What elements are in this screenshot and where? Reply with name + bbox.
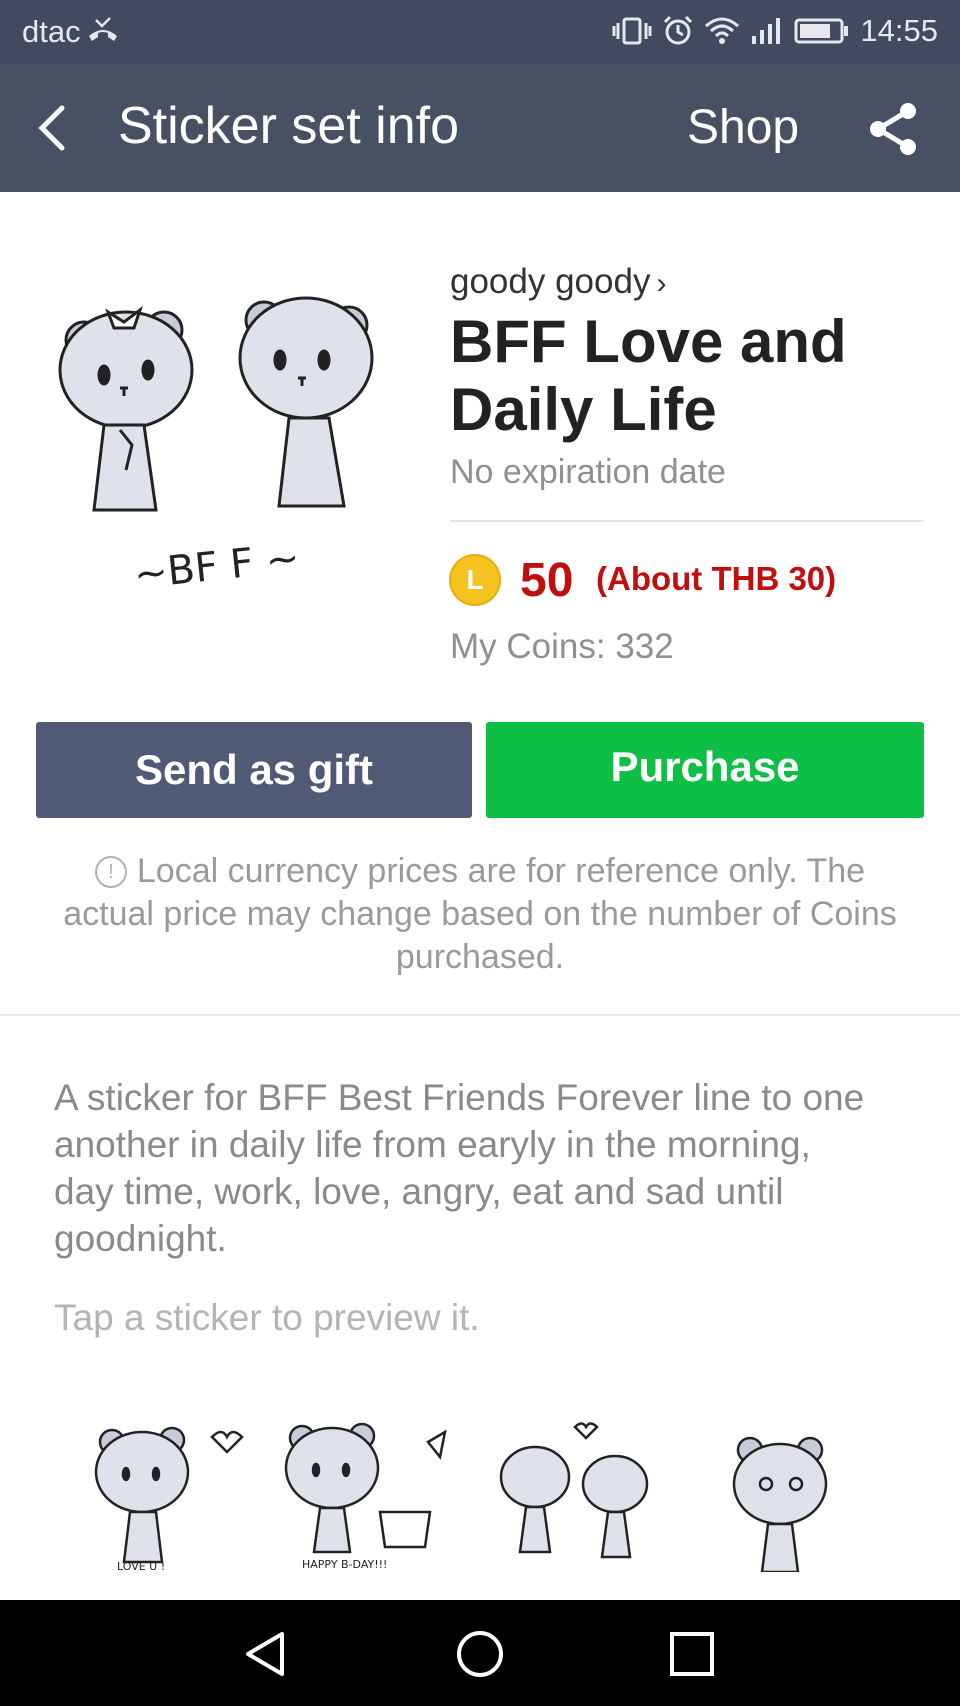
shop-link[interactable]: Shop	[687, 100, 799, 155]
author-name: goody goody	[450, 262, 651, 301]
sticker-set-main-image: ~BF F ~	[58, 296, 374, 598]
send-as-gift-button[interactable]: Send as gift	[36, 722, 472, 818]
section-divider	[0, 1014, 960, 1016]
bear-left	[58, 305, 194, 512]
back-arrow-icon[interactable]	[30, 102, 80, 154]
sticker-thumbnail[interactable]	[710, 1412, 880, 1572]
sticker-caption: LOVE U !	[117, 1560, 165, 1572]
status-bar: dtac 14:55	[0, 0, 960, 64]
price-coins: 50	[520, 554, 574, 607]
back-triangle-icon[interactable]	[240, 1628, 292, 1680]
battery-icon	[794, 18, 849, 44]
preview-hint: Tap a sticker to preview it.	[54, 1297, 480, 1338]
sticker-art-caption: ~BF F ~	[132, 535, 302, 598]
recents-square-icon[interactable]	[666, 1628, 718, 1680]
price-local-currency: (About THB 30)	[596, 560, 837, 597]
expiry-text: No expiration date	[450, 453, 726, 491]
chevron-right-icon: ›	[656, 267, 667, 300]
signal-icon	[752, 18, 781, 44]
page-title: Sticker set info	[118, 97, 460, 155]
info-icon: !	[94, 856, 127, 888]
status-icons: 14:55	[612, 13, 938, 49]
bear-right	[238, 296, 374, 508]
purchase-button[interactable]: Purchase	[486, 722, 924, 818]
currency-notice: ! Local currency prices are for reference…	[60, 850, 900, 979]
currency-notice-text: Local currency prices are for reference …	[63, 852, 897, 976]
carrier-name: dtac	[22, 14, 81, 49]
home-circle-icon[interactable]	[454, 1628, 506, 1680]
author-link[interactable]: goody goody ›	[450, 262, 666, 302]
wifi-icon	[705, 17, 740, 44]
alarm-icon	[664, 15, 693, 45]
missed-call-icon	[89, 17, 117, 41]
sticker-caption: HAPPY B-DAY!!!	[302, 1558, 387, 1571]
app-header: Sticker set info Shop	[0, 64, 960, 192]
sticker-thumbnail[interactable]: HAPPY B-DAY!!!	[280, 1412, 450, 1572]
system-nav-bar	[0, 1600, 960, 1706]
vibrate-icon	[612, 17, 652, 45]
sticker-thumbnail[interactable]: LOVE U !	[82, 1412, 252, 1572]
my-coins-balance: My Coins: 332	[450, 627, 674, 666]
line-coin-icon: L	[449, 554, 501, 606]
divider	[450, 520, 924, 522]
share-icon[interactable]	[868, 101, 920, 157]
sticker-thumbnail[interactable]	[490, 1412, 660, 1572]
sticker-set-description: A sticker for BFF Best Friends Forever l…	[54, 1077, 865, 1259]
clock: 14:55	[860, 13, 938, 48]
sticker-set-title: BFF Love and Daily Life	[450, 308, 847, 443]
